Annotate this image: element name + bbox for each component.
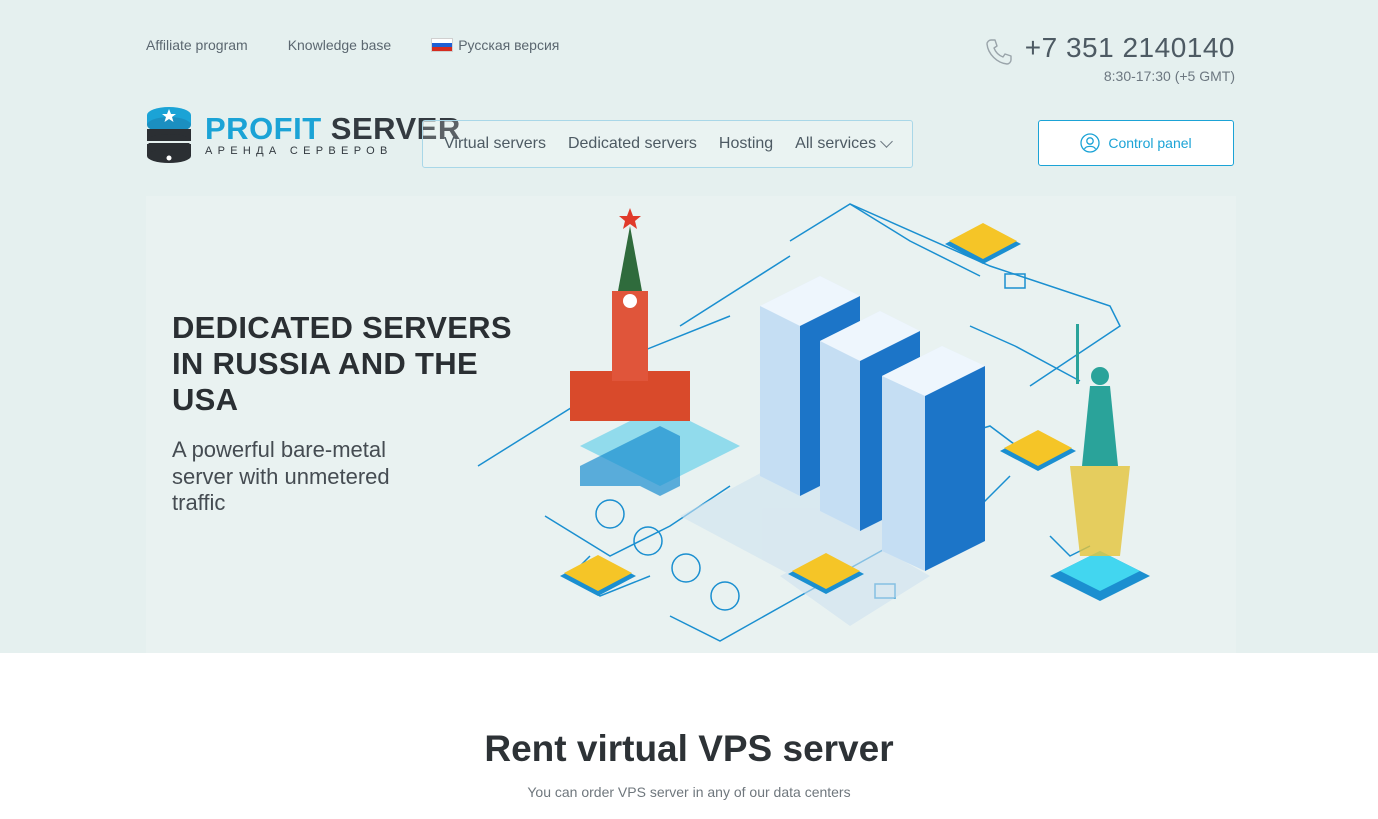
top-links: Affiliate program Knowledge base Русская… [146,37,599,53]
nav-virtual-servers[interactable]: Virtual servers [444,135,546,153]
server-stack-logo-icon [147,107,191,163]
affiliate-program-link[interactable]: Affiliate program [146,37,248,53]
site-logo[interactable]: PROFIT SERVER АРЕНДА СЕРВЕРОВ [146,106,461,164]
section-title: Rent virtual VPS server [484,728,894,769]
datacenter-illustration [477,203,1150,642]
russia-flag-icon [431,38,454,52]
nav-all-services[interactable]: All services [795,135,893,153]
hero-subtitle: A powerful bare-metal server with unmete… [172,437,390,515]
phone-number[interactable]: +7 351 2140140 [1025,30,1235,66]
nav-hosting[interactable]: Hosting [719,135,773,153]
statue-of-liberty-illustration [1050,324,1150,601]
user-icon [1080,133,1101,153]
control-panel-label: Control panel [1108,135,1192,151]
russian-version-label: Русская версия [458,37,560,53]
nav-all-services-label: All services [795,135,877,152]
working-hours: 8:30-17:30 (+5 GMT) [1103,68,1235,84]
phone-icon [986,39,1012,65]
russian-version-link[interactable]: Русская версия [431,37,559,53]
kremlin-tower-illustration [570,208,740,496]
knowledge-base-link[interactable]: Knowledge base [288,37,392,53]
chevron-down-icon [880,135,893,148]
section-subtitle: You can order VPS server in any of our d… [527,784,851,800]
control-panel-button[interactable]: Control panel [1038,120,1234,166]
contact-block: +7 351 2140140 8:30-17:30 (+5 GMT) [1025,30,1235,84]
main-navigation: Virtual servers Dedicated servers Hostin… [422,120,914,168]
nav-dedicated-servers[interactable]: Dedicated servers [568,135,697,153]
